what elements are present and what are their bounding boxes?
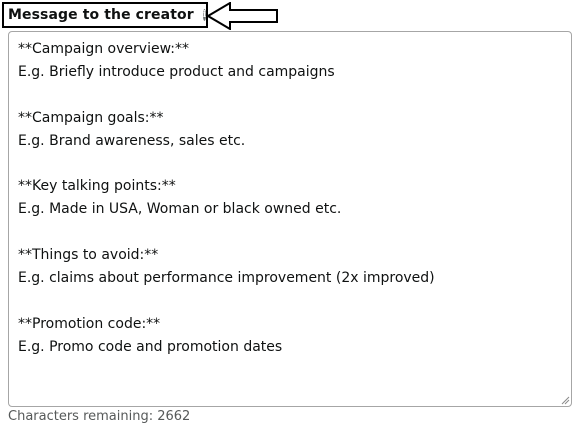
resize-handle-icon[interactable]	[560, 395, 570, 405]
message-field-label: Message to the creator	[8, 7, 194, 23]
left-arrow-icon	[207, 2, 278, 30]
message-field-label-highlight: Message to the creator i	[2, 2, 208, 28]
message-textarea[interactable]: **Campaign overview:** E.g. Briefly intr…	[8, 31, 572, 407]
characters-remaining-counter: Characters remaining: 2662	[8, 409, 191, 424]
info-icon[interactable]: i	[202, 9, 207, 21]
